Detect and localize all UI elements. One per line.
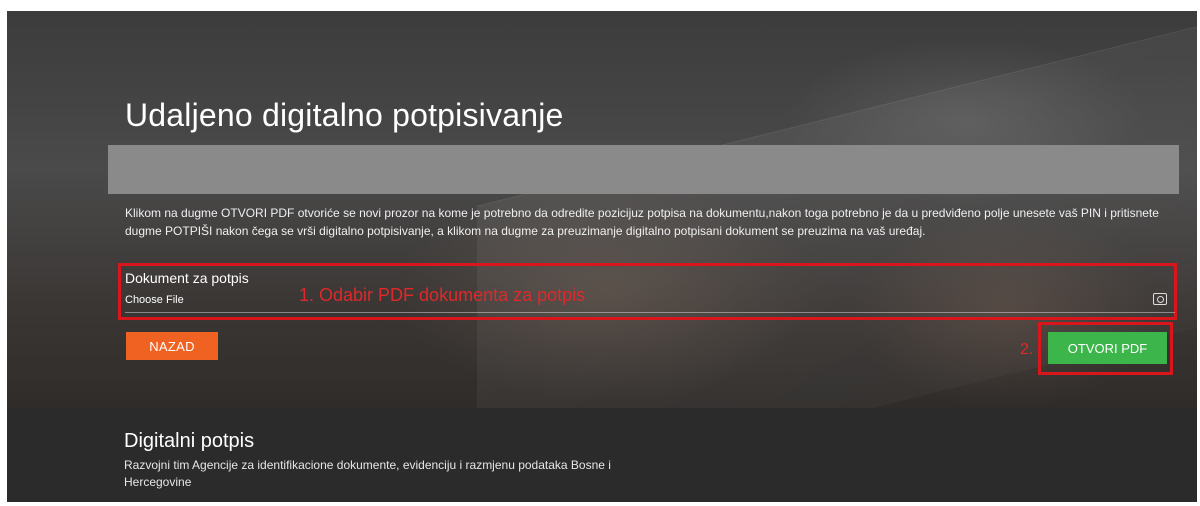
choose-file-button[interactable]: Choose File — [125, 294, 184, 306]
footer: Digitalni potpis Razvojni tim Agencije z… — [7, 408, 1197, 502]
message-bar — [108, 145, 1179, 194]
annotation-step2-label: 2. — [1020, 341, 1034, 358]
footer-text: Razvojni tim Agencije za identifikacione… — [124, 458, 611, 489]
file-browse-icon[interactable] — [1153, 293, 1167, 305]
footer-title: Digitalni potpis — [124, 430, 255, 452]
page-frame: Udaljeno digitalno potpisivanje Klikom n… — [7, 11, 1197, 502]
open-pdf-button[interactable]: OTVORI PDF — [1048, 332, 1167, 364]
file-input[interactable]: Choose File — [125, 290, 1175, 313]
document-field-label: Dokument za potpis — [125, 270, 249, 286]
back-button[interactable]: NAZAD — [126, 332, 218, 360]
annotation-step1-label: 1. Odabir PDF dokumenta za potpis — [299, 285, 586, 305]
instructions-text: Klikom na dugme OTVORI PDF otvoriće se n… — [125, 206, 1159, 238]
page-title: Udaljeno digitalno potpisivanje — [125, 97, 564, 133]
